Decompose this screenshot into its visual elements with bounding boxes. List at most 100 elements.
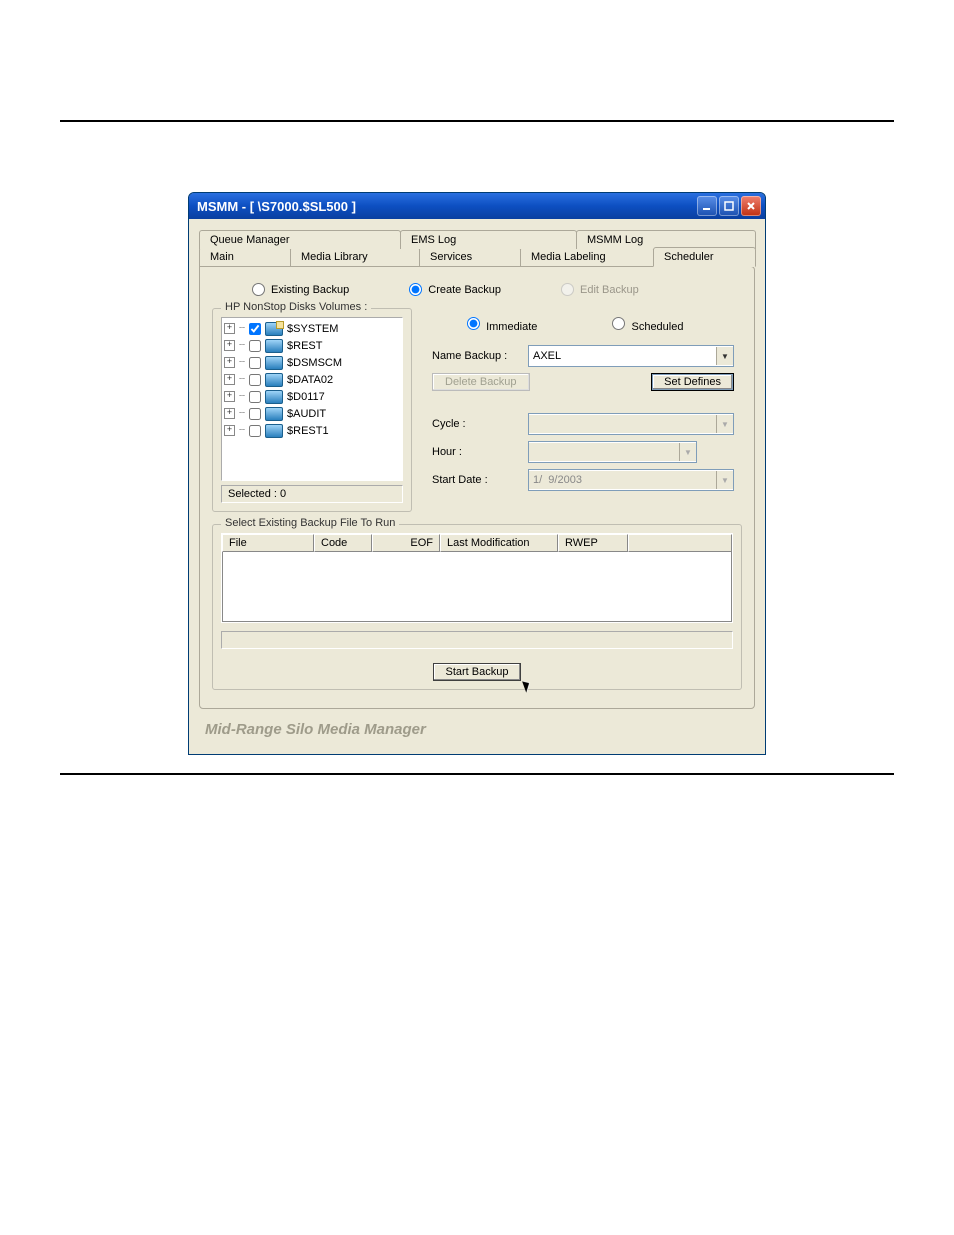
tree-checkbox[interactable] <box>249 357 261 369</box>
tree-checkbox[interactable] <box>249 323 261 335</box>
disk-icon <box>265 424 283 438</box>
radio-immediate[interactable]: Immediate <box>462 314 537 333</box>
disks-legend: HP NonStop Disks Volumes : <box>221 301 371 313</box>
disk-icon <box>265 373 283 387</box>
tree-item[interactable]: +┄ $REST <box>224 337 400 354</box>
horizontal-rule-bottom <box>60 773 894 775</box>
name-backup-combo[interactable]: ▼ <box>528 345 734 367</box>
delete-backup-button: Delete Backup <box>432 373 530 391</box>
window-title: MSMM - [ \S7000.$SL500 ] <box>197 199 695 214</box>
name-backup-input[interactable] <box>529 347 716 365</box>
tab-main[interactable]: Main <box>199 247 291 267</box>
titlebar: MSMM - [ \S7000.$SL500 ] <box>189 193 765 219</box>
col-code[interactable]: Code <box>314 534 372 552</box>
disks-groupbox: HP NonStop Disks Volumes : +┄ $SYSTEM +┄ <box>212 308 412 512</box>
radio-scheduled-label: Scheduled <box>631 321 683 333</box>
chevron-down-icon: ▼ <box>716 471 733 489</box>
radio-immediate-input[interactable] <box>467 317 480 330</box>
expand-icon[interactable]: + <box>224 357 235 368</box>
radio-create-backup[interactable]: Create Backup <box>409 283 501 296</box>
tree-item-label: $AUDIT <box>287 408 326 420</box>
filelist-legend: Select Existing Backup File To Run <box>221 517 399 529</box>
tree-checkbox[interactable] <box>249 340 261 352</box>
tree-item[interactable]: +┄ $DATA02 <box>224 371 400 388</box>
tab-scheduler[interactable]: Scheduler <box>653 247 756 267</box>
tab-queue-manager[interactable]: Queue Manager <box>199 230 401 249</box>
expand-icon[interactable]: + <box>224 374 235 385</box>
radio-scheduled[interactable]: Scheduled <box>607 314 683 333</box>
col-file[interactable]: File <box>222 534 314 552</box>
expand-icon[interactable]: + <box>224 323 235 334</box>
disk-icon <box>265 356 283 370</box>
col-lastmod[interactable]: Last Modification <box>440 534 558 552</box>
selected-count: Selected : 0 <box>221 485 403 503</box>
disk-icon <box>265 322 283 336</box>
radio-existing-backup[interactable]: Existing Backup <box>252 283 349 296</box>
progress-bar <box>221 631 733 649</box>
cycle-input <box>529 415 716 433</box>
backup-mode-radios: Existing Backup Create Backup Edit Backu… <box>252 283 742 296</box>
application-window: MSMM - [ \S7000.$SL500 ] Queue Manager E… <box>188 192 766 755</box>
cycle-combo: ▼ <box>528 413 734 435</box>
hour-label: Hour : <box>432 446 520 458</box>
tree-item[interactable]: +┄ $SYSTEM <box>224 320 400 337</box>
horizontal-rule-top <box>60 120 894 122</box>
disk-icon <box>265 390 283 404</box>
radio-edit-backup-label: Edit Backup <box>580 284 639 296</box>
expand-icon[interactable]: + <box>224 340 235 351</box>
hour-input <box>529 443 679 461</box>
footer-branding: Mid-Range Silo Media Manager <box>199 709 755 744</box>
filelist-headers: File Code EOF Last Modification RWEP <box>222 534 732 552</box>
start-backup-button[interactable]: Start Backup <box>433 663 522 681</box>
chevron-down-icon: ▼ <box>716 415 733 433</box>
col-rwep[interactable]: RWEP <box>558 534 628 552</box>
radio-immediate-label: Immediate <box>486 321 537 333</box>
tab-media-labeling[interactable]: Media Labeling <box>520 247 654 267</box>
disk-icon <box>265 339 283 353</box>
run-mode-radios: Immediate Scheduled <box>462 314 734 333</box>
close-button[interactable] <box>741 196 761 216</box>
tab-services[interactable]: Services <box>419 247 521 267</box>
col-eof[interactable]: EOF <box>372 534 440 552</box>
expand-icon[interactable]: + <box>224 391 235 402</box>
tree-item[interactable]: +┄ $DSMSCM <box>224 354 400 371</box>
radio-scheduled-input[interactable] <box>612 317 625 330</box>
radio-edit-backup-input <box>561 283 574 296</box>
expand-icon[interactable]: + <box>224 408 235 419</box>
chevron-down-icon[interactable]: ▼ <box>716 347 733 365</box>
tab-panel-scheduler: Existing Backup Create Backup Edit Backu… <box>199 266 755 709</box>
tree-item[interactable]: +┄ $AUDIT <box>224 405 400 422</box>
tree-checkbox[interactable] <box>249 408 261 420</box>
tree-item-label: $REST1 <box>287 425 329 437</box>
tree-item[interactable]: +┄ $D0117 <box>224 388 400 405</box>
tree-checkbox[interactable] <box>249 425 261 437</box>
radio-existing-backup-input[interactable] <box>252 283 265 296</box>
radio-edit-backup: Edit Backup <box>561 283 639 296</box>
filelist-groupbox: Select Existing Backup File To Run File … <box>212 524 742 690</box>
tab-media-library[interactable]: Media Library <box>290 247 420 267</box>
tree-item-label: $DSMSCM <box>287 357 342 369</box>
set-defines-button[interactable]: Set Defines <box>651 373 734 391</box>
tree-checkbox[interactable] <box>249 391 261 403</box>
disk-icon <box>265 407 283 421</box>
tabrow-back: Queue Manager EMS Log MSMM Log <box>199 229 755 248</box>
disks-tree[interactable]: +┄ $SYSTEM +┄ $REST <box>221 317 403 481</box>
radio-create-backup-input[interactable] <box>409 283 422 296</box>
tree-item-label: $SYSTEM <box>287 323 338 335</box>
radio-existing-backup-label: Existing Backup <box>271 284 349 296</box>
startdate-input <box>529 471 716 489</box>
tree-item-label: $REST <box>287 340 322 352</box>
col-spacer <box>628 534 732 552</box>
minimize-button[interactable] <box>697 196 717 216</box>
tree-item-label: $D0117 <box>287 391 325 403</box>
tab-ems-log[interactable]: EMS Log <box>400 230 577 249</box>
tree-item-label: $DATA02 <box>287 374 333 386</box>
startdate-combo: ▼ <box>528 469 734 491</box>
maximize-button[interactable] <box>719 196 739 216</box>
expand-icon[interactable]: + <box>224 425 235 436</box>
filelist-view[interactable]: File Code EOF Last Modification RWEP <box>221 533 733 623</box>
tree-item[interactable]: +┄ $REST1 <box>224 422 400 439</box>
tree-checkbox[interactable] <box>249 374 261 386</box>
tabrow-front: Main Media Library Services Media Labeli… <box>199 247 755 267</box>
name-backup-label: Name Backup : <box>432 350 520 362</box>
